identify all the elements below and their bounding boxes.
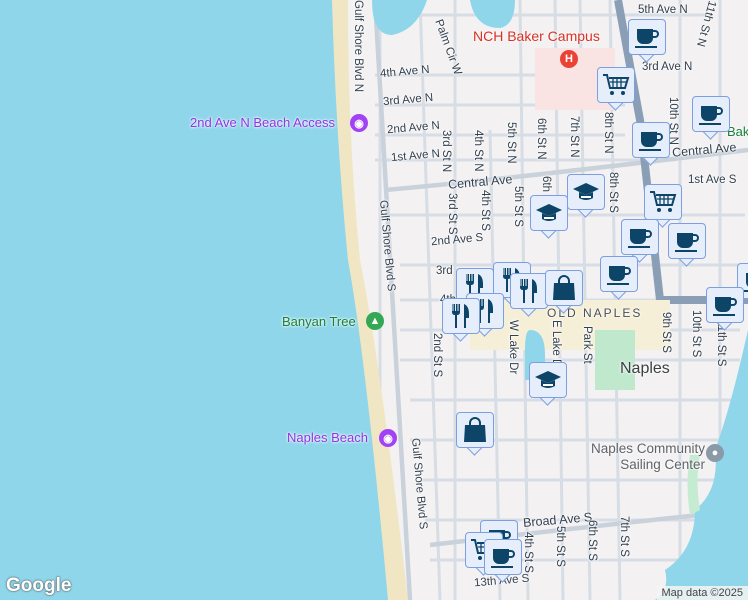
shopping-marker[interactable] bbox=[456, 412, 494, 456]
street-label: Park St bbox=[581, 326, 593, 364]
tree-icon[interactable]: ▲ bbox=[366, 312, 384, 330]
baker-label: Bake bbox=[727, 124, 748, 139]
street-label: 5th St S bbox=[554, 526, 566, 567]
cafe-marker[interactable] bbox=[484, 539, 522, 583]
cup-icon bbox=[626, 223, 654, 251]
utensils-icon bbox=[515, 277, 543, 305]
cafe-marker[interactable] bbox=[600, 256, 638, 300]
street-label: 8th St N bbox=[602, 112, 614, 154]
shopping-marker[interactable] bbox=[545, 270, 583, 314]
graduation-cap-icon bbox=[534, 366, 562, 394]
map-attribution[interactable]: Map data ©2025 bbox=[656, 586, 748, 600]
street-label: 6th St S bbox=[586, 520, 598, 561]
street-label: 5th Ave N bbox=[638, 4, 688, 16]
cafe-marker[interactable] bbox=[628, 19, 666, 63]
map-canvas[interactable] bbox=[0, 0, 748, 600]
grocery-marker[interactable] bbox=[597, 67, 635, 111]
street-label: 10th St S bbox=[690, 310, 702, 358]
street-label: 3rd St S bbox=[446, 193, 458, 235]
street-label: 7th St N bbox=[568, 116, 580, 158]
place-pin-icon[interactable]: ● bbox=[706, 444, 724, 462]
beach-access-label[interactable]: 2nd Ave N Beach Access bbox=[190, 115, 335, 130]
graduation-cap-icon bbox=[535, 199, 563, 227]
street-label: 3rd St N bbox=[440, 130, 452, 173]
street-label: W Lake Dr bbox=[507, 320, 519, 375]
street-label: 9th St S bbox=[660, 312, 672, 353]
cart-icon bbox=[649, 188, 677, 216]
cup-icon bbox=[633, 23, 661, 51]
street-label: 5th St S bbox=[512, 186, 524, 227]
cafe-marker[interactable] bbox=[668, 223, 706, 267]
cup-icon bbox=[489, 543, 517, 571]
naples-beach-label[interactable]: Naples Beach bbox=[287, 430, 368, 445]
graduation-cap-icon bbox=[572, 178, 600, 206]
street-label: 8th St S bbox=[607, 172, 619, 213]
camera-icon[interactable]: ◉ bbox=[350, 114, 368, 132]
street-label: 3rd bbox=[436, 265, 453, 277]
school-marker[interactable] bbox=[567, 174, 605, 218]
shopping-bag-icon bbox=[461, 416, 489, 444]
city-label: Naples bbox=[620, 360, 670, 377]
cafe-marker[interactable] bbox=[692, 96, 730, 140]
utensils-icon bbox=[447, 302, 475, 330]
school-marker[interactable] bbox=[530, 195, 568, 239]
street-label: 6th bbox=[540, 176, 552, 192]
shopping-bag-icon bbox=[550, 274, 578, 302]
street-label: 4th St S bbox=[479, 190, 491, 231]
hospital-label[interactable]: NCH Baker Campus bbox=[473, 28, 600, 44]
street-label: Gulf Shore Blvd N bbox=[352, 0, 364, 93]
cup-icon bbox=[637, 126, 665, 154]
cup-icon bbox=[673, 227, 701, 255]
cafe-marker[interactable] bbox=[706, 287, 744, 331]
street-label: 4th St S bbox=[522, 532, 534, 573]
street-label: 4th St N bbox=[472, 130, 484, 172]
street-label: 7th St S bbox=[618, 516, 630, 557]
google-logo[interactable]: Google bbox=[6, 575, 71, 597]
cup-icon bbox=[711, 291, 739, 319]
cart-icon bbox=[602, 71, 630, 99]
camera-icon[interactable]: ◉ bbox=[379, 429, 397, 447]
school-marker[interactable] bbox=[529, 362, 567, 406]
street-label: 5th St N bbox=[505, 122, 517, 164]
restaurant-marker[interactable] bbox=[510, 273, 548, 317]
hospital-icon[interactable]: H bbox=[560, 50, 578, 68]
street-label: 6th St N bbox=[535, 118, 547, 160]
gulf-of-mexico bbox=[0, 0, 388, 600]
cup-icon bbox=[697, 100, 725, 128]
banyan-tree-label[interactable]: Banyan Tree bbox=[282, 314, 356, 329]
sailing-center-label[interactable]: Naples Community Sailing Center bbox=[583, 441, 705, 473]
cup-icon bbox=[605, 260, 633, 288]
restaurant-marker[interactable] bbox=[442, 298, 480, 342]
cafe-marker[interactable] bbox=[632, 122, 670, 166]
street-label: 1st Ave S bbox=[688, 174, 737, 186]
